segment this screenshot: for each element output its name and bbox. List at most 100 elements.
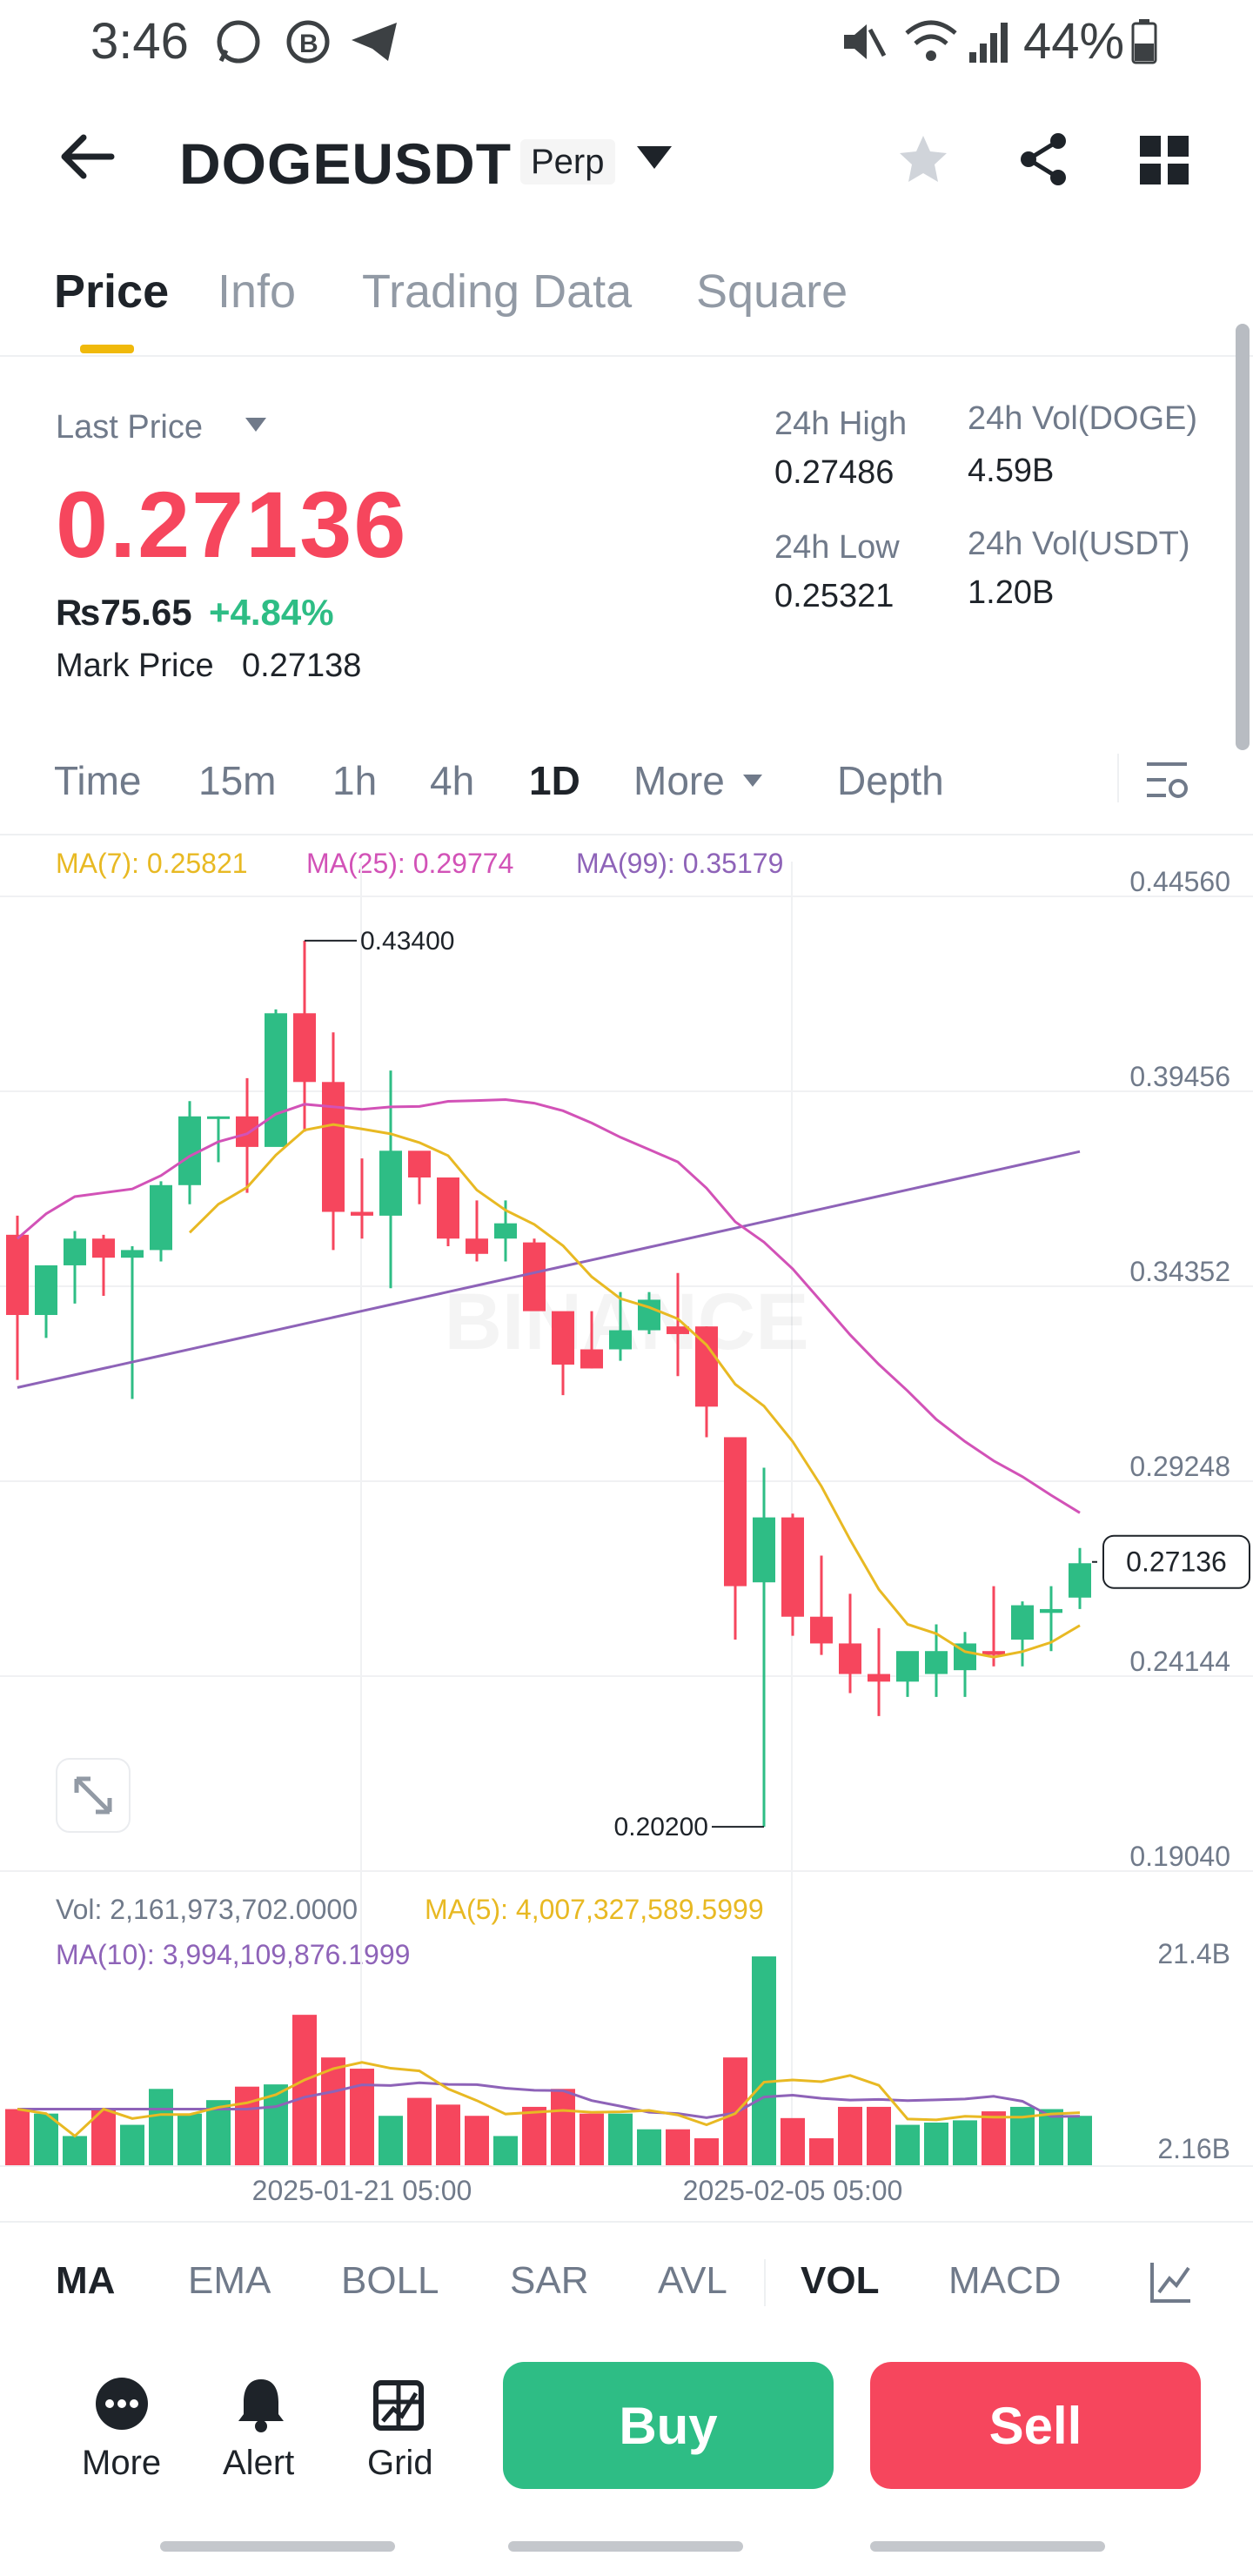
- chart-top-divider: [0, 834, 1253, 835]
- last-price-dropdown-icon[interactable]: [244, 416, 268, 438]
- more-dropdown-icon[interactable]: [741, 773, 764, 793]
- candle-body: [322, 1082, 345, 1212]
- volume-bar: [350, 2069, 374, 2165]
- volume-bar: [178, 2113, 202, 2165]
- status-time: 3:46: [90, 13, 189, 70]
- indicator-ma[interactable]: MA: [56, 2259, 115, 2303]
- timeframe-1d[interactable]: 1D: [529, 757, 580, 804]
- timeframe-more[interactable]: More: [633, 757, 725, 804]
- volume-bar: [953, 2120, 977, 2165]
- volume-bar: [292, 2015, 317, 2165]
- candle-body: [753, 1517, 775, 1583]
- alert-label[interactable]: Alert: [223, 2444, 294, 2483]
- grid-label[interactable]: Grid: [367, 2444, 433, 2483]
- volume-bar: [379, 2116, 403, 2165]
- whatsapp-icon: [214, 17, 263, 70]
- svg-text:B: B: [299, 30, 318, 58]
- volume-bar: [522, 2106, 546, 2165]
- volume-bar: [838, 2106, 862, 2165]
- volume-axis-label: 21.4B: [1157, 1938, 1230, 1969]
- volume-chart[interactable]: 21.4B 2.16B 2025-01-21 05:00 2025-02-05 05:…: [0, 1888, 1253, 2210]
- high-value: 0.27486: [774, 454, 895, 491]
- timeframe-time[interactable]: Time: [54, 757, 142, 804]
- home-indicator-center: [508, 2541, 743, 2552]
- grid-bot-icon[interactable]: [372, 2376, 425, 2436]
- volume-bar: [895, 2124, 920, 2165]
- alert-bell-icon[interactable]: [233, 2376, 289, 2438]
- telegram-icon: [348, 17, 400, 70]
- high-label: 24h High: [774, 406, 908, 442]
- candle-body: [351, 1211, 373, 1216]
- tab-info[interactable]: Info: [218, 265, 296, 319]
- last-price-label[interactable]: Last Price: [56, 409, 203, 446]
- scrollbar[interactable]: [1236, 324, 1250, 750]
- back-arrow-icon[interactable]: [57, 132, 115, 185]
- volume-bar: [1068, 2116, 1092, 2165]
- volume-bar: [637, 2129, 661, 2165]
- inr-price: ₨75.65: [56, 592, 192, 633]
- date-label: 2025-02-05 05:00: [683, 2175, 903, 2206]
- volume-bar: [781, 2117, 805, 2165]
- candle-body: [408, 1150, 431, 1178]
- price-axis-label: 0.24144: [1129, 1646, 1230, 1677]
- timeframe-1h[interactable]: 1h: [332, 757, 377, 804]
- buy-button[interactable]: Buy: [503, 2362, 834, 2489]
- timeframe-15m[interactable]: 15m: [198, 757, 276, 804]
- indicator-macd[interactable]: MACD: [948, 2259, 1062, 2303]
- volume-bar: [982, 2111, 1006, 2165]
- timeframe-depth[interactable]: Depth: [837, 757, 944, 804]
- timeframe-4h[interactable]: 4h: [430, 757, 474, 804]
- price-axis-label: 0.34352: [1129, 1256, 1230, 1287]
- more-label[interactable]: More: [82, 2444, 161, 2483]
- indicator-boll[interactable]: BOLL: [341, 2259, 439, 2303]
- chart-settings-icon[interactable]: [1145, 759, 1189, 807]
- candle-body: [552, 1311, 574, 1365]
- price-change: +4.84%: [209, 592, 334, 633]
- candle-body: [379, 1150, 402, 1216]
- candle-body: [1040, 1608, 1062, 1613]
- tab-trading-data[interactable]: Trading Data: [362, 265, 632, 319]
- indicator-sar[interactable]: SAR: [510, 2259, 588, 2303]
- candle-body: [92, 1238, 115, 1258]
- candle-body: [293, 1013, 316, 1083]
- candle-body: [6, 1234, 29, 1316]
- fullscreen-button[interactable]: [56, 1758, 131, 1833]
- indicator-vol[interactable]: VOL: [801, 2259, 879, 2303]
- symbol-title[interactable]: DOGEUSDT: [179, 131, 512, 197]
- candle-body: [580, 1349, 603, 1369]
- volume-bar: [666, 2129, 690, 2165]
- symbol-dropdown-icon[interactable]: [635, 144, 673, 175]
- indicator-avl[interactable]: AVL: [658, 2259, 727, 2303]
- volume-bar: [694, 2138, 719, 2165]
- favorite-star-icon[interactable]: [896, 132, 950, 191]
- volume-bar: [235, 2086, 259, 2165]
- volume-bar: [149, 2089, 173, 2165]
- price-axis-label: 0.29248: [1129, 1451, 1230, 1482]
- candle-body: [810, 1616, 833, 1644]
- mark-price-value: 0.27138: [242, 647, 362, 684]
- sell-button[interactable]: Sell: [870, 2362, 1201, 2489]
- tab-price[interactable]: Price: [54, 265, 169, 319]
- indicator-ema[interactable]: EMA: [188, 2259, 271, 2303]
- candle-body: [207, 1116, 230, 1119]
- contract-badge: Perp: [520, 139, 615, 184]
- candle-body: [1069, 1563, 1091, 1598]
- more-icon[interactable]: [94, 2376, 150, 2436]
- candle-body: [1011, 1605, 1034, 1640]
- volume-axis-label: 2.16B: [1157, 2133, 1230, 2164]
- volume-bar: [5, 2109, 30, 2165]
- wifi-icon: [903, 17, 959, 70]
- volume-bar: [63, 2136, 87, 2165]
- tab-square[interactable]: Square: [696, 265, 848, 319]
- volume-bar: [723, 2057, 747, 2165]
- volume-bar: [407, 2097, 432, 2165]
- indicator-settings-icon[interactable]: [1149, 2259, 1194, 2309]
- grid-layout-icon[interactable]: [1140, 136, 1189, 189]
- binance-watermark: BINANCE: [444, 1278, 808, 1366]
- price-chart[interactable]: 0.44560 0.39456 0.34352 0.29248 0.24144 0.190…: [0, 862, 1253, 1897]
- price-axis-label: 0.19040: [1129, 1841, 1230, 1872]
- date-label: 2025-01-21 05:00: [252, 2175, 472, 2206]
- share-icon[interactable]: [1018, 132, 1070, 191]
- indicator-divider: [0, 2221, 1253, 2223]
- candle-body: [724, 1437, 747, 1587]
